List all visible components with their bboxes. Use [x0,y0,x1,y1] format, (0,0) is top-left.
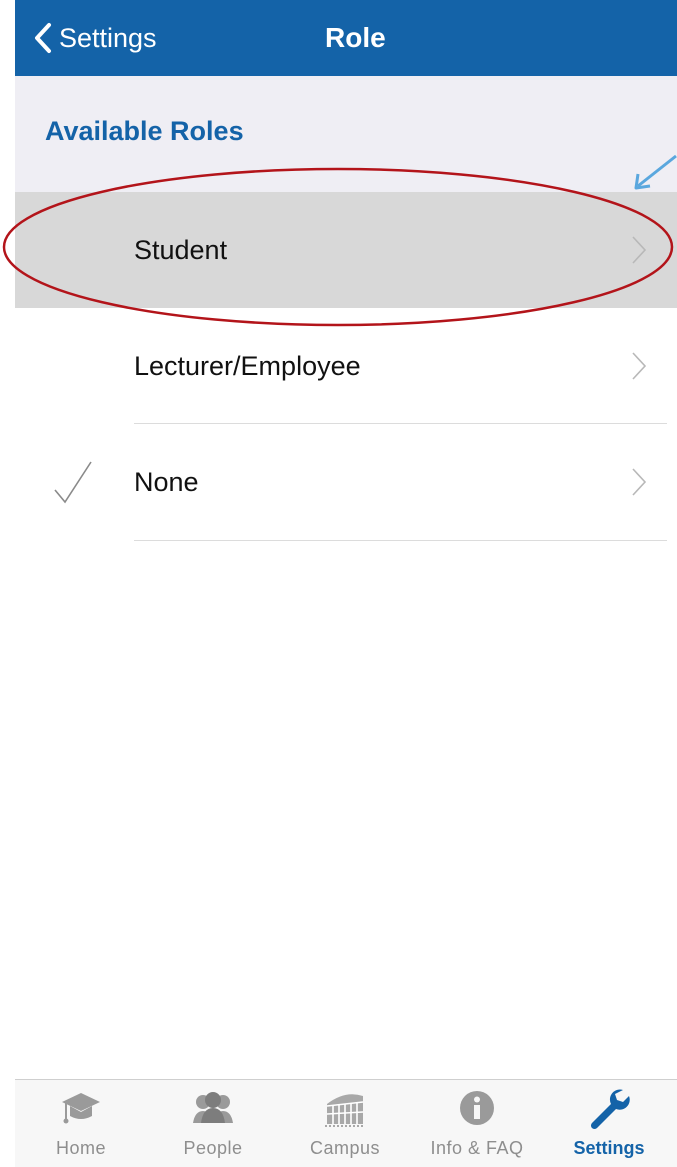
section-header: Available Roles [15,76,677,192]
role-row-none[interactable]: None [15,424,677,540]
role-label: None [134,467,199,497]
tab-info-faq[interactable]: Info & FAQ [411,1080,543,1167]
info-icon [460,1091,494,1125]
back-button[interactable]: Settings [33,0,157,76]
colosseum-icon [325,1094,365,1127]
section-title: Available Roles [45,116,244,146]
page-title: Role [325,22,386,53]
chevron-right-icon [632,236,647,264]
tab-settings[interactable]: Settings [543,1080,675,1167]
tab-bar: Home People Campus Info & FAQ Settings [15,1079,677,1167]
chevron-right-icon [632,352,647,380]
chevron-right-icon [632,468,647,496]
tab-label: People [183,1138,243,1158]
row-divider [134,540,667,541]
role-label: Student [134,235,228,265]
navigation-bar: Settings Role [15,0,677,76]
tab-campus[interactable]: Campus [279,1080,411,1167]
tab-label: Home [55,1138,106,1158]
checkmark-icon [54,461,92,504]
chevron-left-icon [35,23,51,53]
role-row-student[interactable]: Student [15,192,677,308]
tab-label: Campus [309,1138,381,1158]
back-button-label: Settings [59,22,157,53]
tab-people[interactable]: People [147,1080,279,1167]
role-label: Lecturer/Employee [134,351,361,381]
graduation-cap-icon [62,1093,100,1124]
people-icon [193,1092,233,1123]
tab-label: Info & FAQ [430,1138,524,1158]
wrench-icon [590,1089,630,1130]
role-row-lecturer-employee[interactable]: Lecturer/Employee [15,308,677,424]
tab-label: Settings [573,1138,645,1158]
tab-home[interactable]: Home [15,1080,147,1167]
